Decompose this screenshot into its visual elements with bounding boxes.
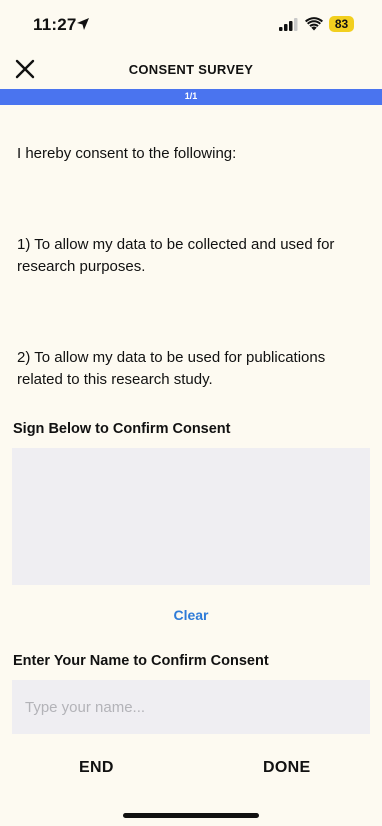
consent-item-1: 1) To allow my data to be collected and …: [17, 236, 335, 275]
end-button[interactable]: END: [79, 759, 114, 777]
status-time: 11:27: [33, 15, 77, 34]
progress-label: 1/1: [184, 91, 198, 101]
page-title: CONSENT SURVEY: [128, 62, 254, 77]
home-indicator: [123, 813, 259, 818]
done-button[interactable]: DONE: [263, 759, 310, 777]
name-field-label: Enter Your Name to Confirm Consent: [13, 653, 269, 669]
signature-label: Sign Below to Confirm Consent: [13, 421, 231, 437]
consent-intro-text: I hereby consent to the following:: [17, 145, 237, 162]
location-arrow-icon: [77, 18, 89, 30]
wifi-icon: [305, 17, 323, 31]
cellular-signal-icon: [279, 18, 298, 31]
app-header: CONSENT SURVEY: [0, 50, 382, 88]
status-bar: 11:27 83: [0, 0, 382, 50]
clear-signature-button[interactable]: Clear: [0, 607, 382, 623]
battery-level: 83: [334, 17, 349, 31]
consent-item-2: 2) To allow my data to be used for publi…: [17, 349, 326, 388]
signature-pad[interactable]: [12, 448, 370, 585]
survey-progress-bar: 1/1: [0, 89, 382, 105]
name-input[interactable]: [12, 680, 370, 734]
battery-indicator: 83: [329, 16, 354, 32]
